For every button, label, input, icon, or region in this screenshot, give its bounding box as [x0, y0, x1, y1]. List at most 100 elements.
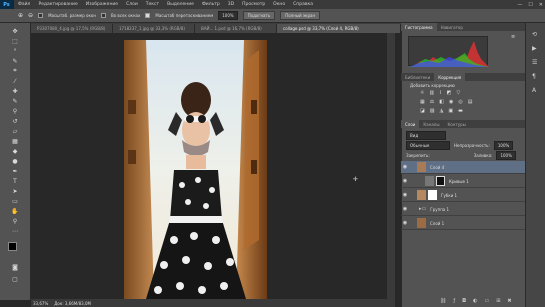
menu-type[interactable]: Текст: [142, 2, 163, 7]
gradient-tool-icon[interactable]: ▦: [7, 137, 23, 145]
black-white-icon[interactable]: ◧: [439, 99, 444, 105]
layer-row[interactable]: ◉ Слой 4: [401, 161, 525, 174]
threshold-icon[interactable]: ◮: [439, 108, 443, 114]
photo-filter-icon[interactable]: ◉: [449, 99, 453, 105]
menu-filter[interactable]: Фильтр: [198, 2, 224, 7]
invert-icon[interactable]: ◪: [420, 108, 425, 114]
tab-libraries[interactable]: Библиотеки: [401, 73, 434, 81]
vertical-scrollbar[interactable]: [387, 33, 395, 299]
tab-doc-3[interactable]: ВАЙ... 1.psd @ 16,7% (RGB/8): [195, 24, 277, 33]
fx-icon[interactable]: ƒ: [453, 298, 455, 304]
visibility-eye-icon[interactable]: ◉: [401, 192, 409, 198]
quick-select-tool-icon[interactable]: ✎: [7, 57, 23, 65]
curves-icon[interactable]: ⌇: [439, 90, 441, 96]
blend-mode-select[interactable]: Обычные: [406, 141, 450, 150]
foreground-color-swatch[interactable]: [8, 242, 17, 251]
layer-kind-select[interactable]: Вид: [406, 131, 446, 140]
selective-color-icon[interactable]: ▣: [448, 108, 453, 114]
zoom-out-icon[interactable]: ⊖: [28, 12, 33, 19]
tab-doc-active[interactable]: collage.psd @ 33,7% (Слой 4, RGB/8): [277, 24, 401, 33]
add-mask-icon[interactable]: ◘: [462, 298, 466, 304]
gradient-map-icon[interactable]: ▬: [458, 108, 463, 114]
hand-tool-icon[interactable]: ✋: [7, 207, 23, 215]
character-panel-icon[interactable]: A: [532, 87, 536, 94]
dodge-tool-icon[interactable]: ●: [7, 157, 23, 165]
blur-tool-icon[interactable]: ◆: [7, 147, 23, 155]
fit-screen-button[interactable]: Подогнать: [242, 11, 276, 20]
histogram-menu-icon[interactable]: ≡: [511, 34, 515, 40]
tab-channels[interactable]: Каналы: [419, 120, 443, 128]
link-layers-icon[interactable]: ⛓: [440, 298, 446, 304]
hue-saturation-icon[interactable]: ▦: [420, 99, 425, 105]
brightness-icon[interactable]: ☼: [420, 90, 424, 96]
color-balance-icon[interactable]: ⚖: [430, 99, 434, 105]
tab-paths[interactable]: Контуры: [443, 120, 469, 128]
opacity-field[interactable]: 100%: [493, 141, 514, 150]
new-group-icon[interactable]: ▭: [484, 298, 489, 304]
type-tool-icon[interactable]: T: [7, 177, 23, 185]
screen-mode-icon[interactable]: ▢: [7, 275, 23, 283]
zoom-in-icon[interactable]: ⊕: [18, 12, 23, 19]
menu-help[interactable]: Справка: [289, 2, 317, 7]
close-button[interactable]: ✕: [539, 2, 543, 8]
menu-3d[interactable]: 3D: [224, 2, 238, 7]
properties-panel-icon[interactable]: ☰: [532, 59, 537, 66]
tab-histogram[interactable]: Гистограмма: [401, 23, 437, 31]
resize-windows-checkbox[interactable]: [38, 13, 44, 18]
canvas-area[interactable]: ✛: [31, 33, 387, 299]
delete-layer-icon[interactable]: ✖: [507, 298, 511, 304]
paragraph-panel-icon[interactable]: ¶: [532, 73, 536, 80]
layer-row[interactable]: ◉ ▸▭ Группа 1: [401, 203, 525, 216]
marquee-tool-icon[interactable]: ⬚: [7, 37, 23, 45]
all-windows-checkbox[interactable]: [100, 13, 106, 18]
menu-image[interactable]: Изображение: [82, 2, 122, 7]
minimize-button[interactable]: —: [517, 2, 522, 8]
vibrance-icon[interactable]: ▽: [456, 90, 460, 96]
history-brush-tool-icon[interactable]: ↺: [7, 117, 23, 125]
pen-tool-icon[interactable]: ✒: [7, 167, 23, 175]
channel-mixer-icon[interactable]: ◎: [458, 99, 462, 105]
path-select-tool-icon[interactable]: ➤: [7, 187, 23, 195]
lasso-tool-icon[interactable]: ᐤ: [7, 47, 23, 55]
visibility-eye-icon[interactable]: ◉: [401, 220, 409, 226]
layer-row[interactable]: ◉ Кривые 1: [401, 175, 525, 188]
tab-doc-1[interactable]: P3307080_4.jpg @ 17,5% (RGB/8): [31, 24, 113, 33]
scrubby-zoom-checkbox[interactable]: [145, 13, 151, 18]
shape-tool-icon[interactable]: ▭: [7, 197, 23, 205]
eraser-tool-icon[interactable]: ▱: [7, 127, 23, 135]
tab-adjustments[interactable]: Коррекция: [434, 73, 466, 81]
menu-edit[interactable]: Редактирование: [34, 2, 81, 7]
menu-select[interactable]: Выделение: [163, 2, 198, 7]
status-zoom[interactable]: 33,67%: [33, 301, 48, 306]
menu-file[interactable]: Файл: [14, 2, 34, 7]
new-layer-icon[interactable]: ⊞: [496, 298, 500, 304]
move-tool-icon[interactable]: ✥: [7, 27, 23, 35]
menu-view[interactable]: Просмотр: [238, 2, 269, 7]
tab-layers[interactable]: Слои: [401, 120, 420, 128]
quick-mask-icon[interactable]: ◙: [7, 263, 23, 271]
visibility-eye-icon[interactable]: ◉: [401, 178, 409, 184]
zoom-value-field[interactable]: 100%: [218, 11, 238, 20]
visibility-eye-icon[interactable]: ◉: [401, 206, 409, 212]
fill-field[interactable]: 100%: [496, 151, 516, 160]
maximize-button[interactable]: ☐: [528, 2, 532, 8]
color-lookup-icon[interactable]: ▤: [468, 99, 473, 105]
brush-tool-icon[interactable]: ✎: [7, 97, 23, 105]
tab-doc-2[interactable]: 1718237_1.jpg @ 33,3% (RGB/8): [113, 24, 195, 33]
zoom-tool-icon[interactable]: ⚲: [7, 217, 23, 225]
layer-row[interactable]: ◉ Губки 1: [401, 189, 525, 202]
crop-tool-icon[interactable]: ⌗: [7, 67, 23, 75]
levels-icon[interactable]: ▥: [429, 90, 434, 96]
more-tools-icon[interactable]: ⋯: [7, 227, 23, 235]
visibility-eye-icon[interactable]: ◉: [401, 164, 409, 170]
actions-panel-icon[interactable]: ▶: [532, 45, 537, 52]
new-adjustment-icon[interactable]: ◐: [473, 298, 477, 304]
menu-window[interactable]: Окно: [269, 2, 289, 7]
history-panel-icon[interactable]: ⟲: [532, 31, 537, 38]
posterize-icon[interactable]: ▨: [430, 108, 435, 114]
layer-row[interactable]: ◉ Слой 1: [401, 217, 525, 230]
exposure-icon[interactable]: ◩: [447, 90, 452, 96]
healing-tool-icon[interactable]: ✚: [7, 87, 23, 95]
fill-screen-button[interactable]: Полный экран: [280, 11, 321, 20]
clone-tool-icon[interactable]: ⚲: [7, 107, 23, 115]
